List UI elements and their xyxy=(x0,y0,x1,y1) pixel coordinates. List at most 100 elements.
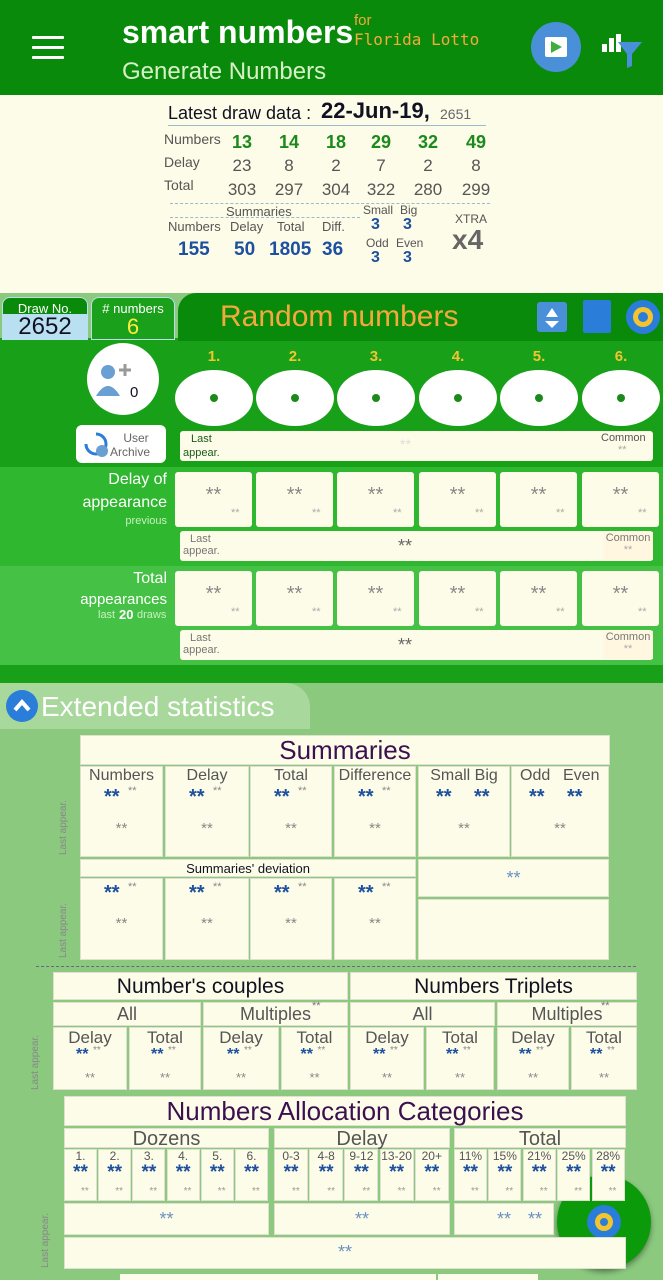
document-icon[interactable] xyxy=(583,300,611,333)
position-label: 5. xyxy=(532,348,546,365)
summary-sub: ** xyxy=(298,785,307,797)
group-label: Multiples xyxy=(239,1004,312,1024)
sum-label-total: Total xyxy=(277,219,305,234)
row-label-total: Total xyxy=(164,177,194,193)
last-appear-side: Last appear. xyxy=(40,1212,51,1268)
allocation-col-label: 0-3 xyxy=(282,1149,300,1163)
allocation-sub: ** xyxy=(292,1186,300,1197)
allocation-group-label: Dozens xyxy=(132,1128,201,1150)
filter-icon[interactable] xyxy=(600,28,644,70)
summary-value: ** xyxy=(436,786,452,808)
stat-col-label: Delay xyxy=(68,1028,112,1047)
stat-value: ** xyxy=(590,1046,603,1063)
deviation-sub: ** xyxy=(213,881,222,893)
recycle-icon[interactable] xyxy=(537,302,567,332)
number-ball[interactable] xyxy=(256,370,334,426)
numbers-count-value: 6 xyxy=(126,314,140,339)
group-sub: ** xyxy=(312,1000,321,1012)
summary-col-label: Even xyxy=(563,767,600,784)
allocation-col-label: 4. xyxy=(178,1149,189,1163)
number-ball[interactable] xyxy=(419,370,497,426)
number-ball[interactable] xyxy=(175,370,253,426)
stat-value: ** xyxy=(519,1046,532,1063)
summary-value: ** xyxy=(474,786,490,808)
number-ball[interactable] xyxy=(337,370,415,426)
stat-last-appear: ** xyxy=(84,1070,96,1085)
stat-value: ** xyxy=(530,484,547,506)
big-value: 3 xyxy=(403,216,412,233)
delay-label: Delay of xyxy=(108,471,167,488)
collapse-icon[interactable] xyxy=(6,690,38,722)
stat-sub: ** xyxy=(244,1045,252,1056)
stat-last-appear: ** xyxy=(309,1070,320,1085)
archive-label-1: User xyxy=(123,431,149,445)
summary-sub: ** xyxy=(128,785,137,797)
drawn-number: 32 xyxy=(417,132,439,152)
allocation-sub: ** xyxy=(362,1186,371,1197)
allocation-sub: ** xyxy=(608,1186,617,1197)
allocation-sub: ** xyxy=(217,1186,226,1197)
stat-sub-value: ** xyxy=(556,507,565,519)
summary-last-appear: ** xyxy=(554,820,566,837)
stat-col-label: Total xyxy=(296,1028,333,1047)
play-store-icon[interactable] xyxy=(531,22,581,72)
row-label-numbers: Numbers xyxy=(164,131,221,147)
drawn-number: 49 xyxy=(465,132,487,152)
allocation-col-label: 28% xyxy=(596,1149,621,1163)
stat-sub-value: ** xyxy=(475,606,484,618)
last-appear-label: Last xyxy=(190,533,211,545)
summary-value: ** xyxy=(104,786,120,808)
small-value: 3 xyxy=(371,216,380,233)
allocation-sub: ** xyxy=(539,1186,548,1197)
last-appear-side: Last appear. xyxy=(30,1034,41,1090)
sum-label-delay: Delay xyxy=(230,219,264,234)
app-for: for xyxy=(354,12,372,29)
last-appear-bar xyxy=(180,431,653,461)
group-sub: ** xyxy=(601,1000,610,1012)
stat-value: ** xyxy=(449,583,466,605)
last-appear-label: appear. xyxy=(183,545,220,557)
last-appear-side: Last appear. xyxy=(58,799,69,855)
total-value: 280 xyxy=(413,180,443,199)
latest-draw-number: 2651 xyxy=(440,106,472,122)
next-section xyxy=(438,1274,538,1280)
number-ball[interactable] xyxy=(500,370,578,426)
stat-value: ** xyxy=(373,1046,386,1063)
allocation-value: ** xyxy=(283,1162,299,1183)
extended-title: Extended statistics xyxy=(41,691,275,722)
summary-value: ** xyxy=(529,786,545,808)
deviation-sub: ** xyxy=(298,881,307,893)
last-appear-value: ** xyxy=(400,436,411,452)
stat-value: ** xyxy=(286,583,303,605)
group-label: All xyxy=(412,1004,433,1024)
stat-sub-value: ** xyxy=(393,507,402,519)
sum-diff: 36 xyxy=(322,239,344,260)
page-title: Generate Numbers xyxy=(122,58,327,85)
summary-col-label: Delay xyxy=(186,767,228,784)
stat-sub: ** xyxy=(607,1045,615,1056)
next-section xyxy=(120,1274,436,1280)
stat-last-appear: ** xyxy=(527,1070,539,1085)
summary-last-appear: ** xyxy=(369,820,381,837)
stat-last-appear: ** xyxy=(159,1070,171,1085)
settings-icon[interactable] xyxy=(626,300,660,334)
divider xyxy=(170,217,360,218)
allocation-col-label: 25% xyxy=(561,1149,586,1163)
allocation-col-label: 1. xyxy=(75,1149,86,1163)
deviation-last-appear: ** xyxy=(115,915,128,932)
allocation-col-label: 13-20 xyxy=(381,1149,412,1163)
number-ball[interactable] xyxy=(582,370,660,426)
allocation-col-label: 4-8 xyxy=(317,1149,335,1163)
deviation-last-appear: ** xyxy=(201,915,213,932)
menu-icon[interactable] xyxy=(32,36,64,60)
allocation-value: ** xyxy=(107,1162,123,1183)
total-label-sub: last xyxy=(98,609,116,621)
stat-value: ** xyxy=(612,484,629,506)
stat-col-label: Total xyxy=(147,1028,183,1047)
allocation-sub: ** xyxy=(327,1186,335,1197)
allocation-last-value: ** xyxy=(159,1209,174,1229)
allocation-col-label: 5. xyxy=(212,1149,223,1163)
allocation-sub: ** xyxy=(115,1186,123,1197)
couples-title: Number's couples xyxy=(116,975,285,998)
allocation-col-label: 11% xyxy=(458,1149,483,1163)
